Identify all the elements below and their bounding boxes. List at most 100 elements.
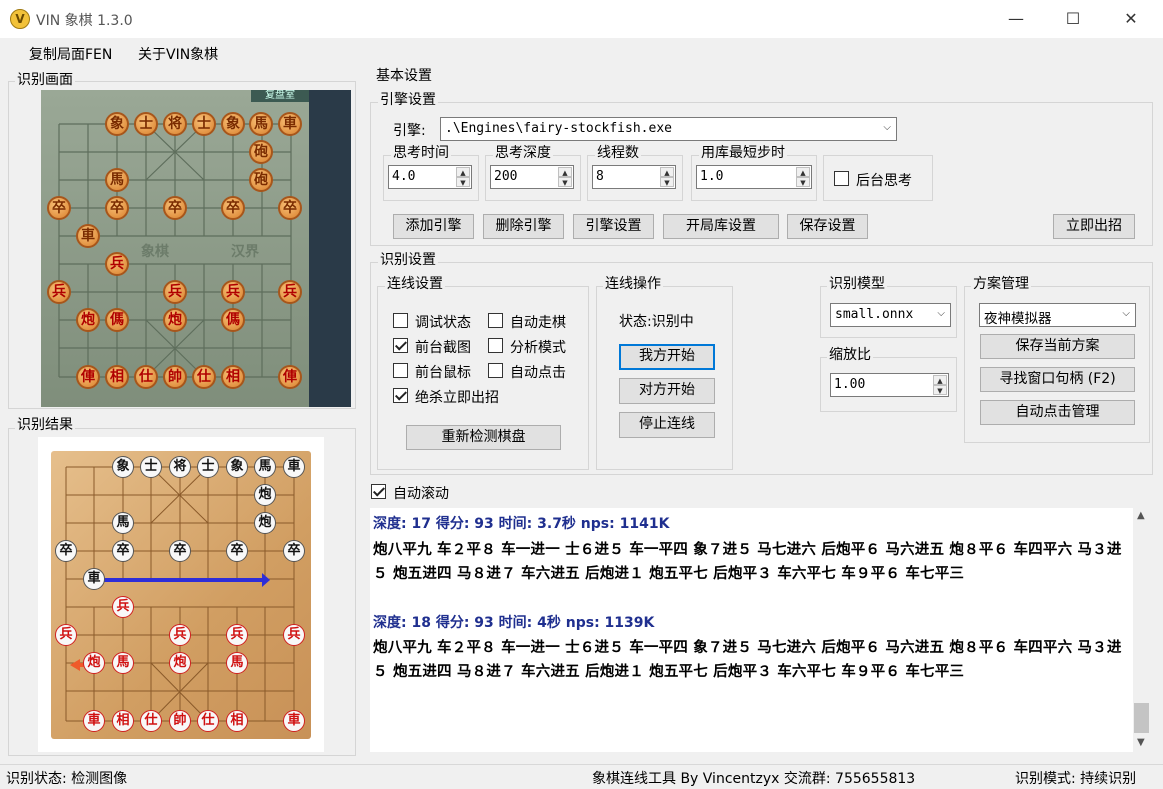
capture-piece: 相 bbox=[105, 365, 129, 389]
spin-up-icon[interactable]: ▲ bbox=[456, 167, 470, 177]
move-now-button[interactable]: 立即出招 bbox=[1053, 214, 1135, 239]
close-icon[interactable]: ✕ bbox=[1108, 0, 1154, 38]
foreground-capture-label: 前台截图 bbox=[415, 340, 471, 356]
auto-click-label: 自动点击 bbox=[510, 365, 566, 381]
chevron-down-icon: ⌵ bbox=[937, 308, 945, 319]
connection-status: 状态:识别中 bbox=[619, 314, 694, 330]
capture-piece: 兵 bbox=[221, 280, 245, 304]
app-credits: 象棋连线工具 By Vincentzyx 交流群: 755655813 bbox=[592, 771, 916, 787]
engine-select[interactable]: .\Engines\fairy-stockfish.exe ⌵ bbox=[440, 117, 897, 141]
recognition-mode: 识别模式: 持续识别 bbox=[1015, 771, 1137, 787]
result-piece: 兵 bbox=[55, 624, 77, 646]
opponent-start-button[interactable]: 对方开始 bbox=[619, 378, 715, 404]
foreground-mouse-checkbox[interactable] bbox=[393, 363, 408, 378]
auto-click-checkbox[interactable] bbox=[488, 363, 503, 378]
log-entry-header: 深度: 18 得分: 93 时间: 4秒 nps: 1139K bbox=[373, 615, 655, 631]
capture-piece: 卒 bbox=[163, 196, 187, 220]
result-piece: 車 bbox=[83, 568, 105, 590]
scheme-label: 方案管理 bbox=[971, 276, 1031, 292]
debug-checkbox[interactable] bbox=[393, 313, 408, 328]
book-min-spinbox[interactable]: 1.0 ▲ ▼ bbox=[696, 165, 812, 189]
spin-up-icon[interactable]: ▲ bbox=[796, 167, 810, 177]
auto-click-manage-button[interactable]: 自动点击管理 bbox=[980, 400, 1135, 425]
my-side-start-button[interactable]: 我方开始 bbox=[619, 344, 715, 370]
spin-arrows[interactable]: ▲ ▼ bbox=[456, 167, 470, 187]
threads-value: 8 bbox=[596, 169, 604, 184]
result-piece: 車 bbox=[83, 710, 105, 732]
capture-piece: 馬 bbox=[105, 168, 129, 192]
debug-label: 调试状态 bbox=[415, 315, 471, 331]
result-piece: 馬 bbox=[112, 652, 134, 674]
bg-think-checkbox[interactable] bbox=[834, 171, 849, 186]
capture-river-right: 汉界 bbox=[231, 244, 259, 260]
model-select[interactable]: small.onnx ⌵ bbox=[830, 303, 951, 327]
result-piece: 将 bbox=[169, 456, 191, 478]
threads-label: 线程数 bbox=[595, 145, 641, 161]
result-piece: 兵 bbox=[283, 624, 305, 646]
result-piece: 炮 bbox=[83, 652, 105, 674]
spin-up-icon[interactable]: ▲ bbox=[558, 167, 572, 177]
threads-spinbox[interactable]: 8 ▲ ▼ bbox=[592, 165, 676, 189]
scheme-select[interactable]: 夜神模拟器 ⌵ bbox=[979, 303, 1136, 327]
spin-down-icon[interactable]: ▼ bbox=[933, 385, 947, 395]
spin-down-icon[interactable]: ▼ bbox=[456, 177, 470, 187]
result-label: 识别结果 bbox=[15, 417, 75, 433]
think-time-spinbox[interactable]: 4.0 ▲ ▼ bbox=[388, 165, 472, 189]
title-bar: V VIN 象棋 1.3.0 — ☐ ✕ bbox=[0, 0, 1163, 38]
spin-down-icon[interactable]: ▼ bbox=[796, 177, 810, 187]
capture-piece: 傌 bbox=[105, 308, 129, 332]
scroll-down-icon[interactable]: ▼ bbox=[1137, 737, 1145, 748]
find-window-handle-button[interactable]: 寻找窗口句柄 (F2) bbox=[980, 367, 1135, 392]
spin-arrows[interactable]: ▲ ▼ bbox=[558, 167, 572, 187]
maximize-icon[interactable]: ☐ bbox=[1050, 0, 1096, 38]
result-piece: 炮 bbox=[254, 484, 276, 506]
capture-piece: 卒 bbox=[47, 196, 71, 220]
log-scrollbar[interactable]: ▲ ▼ bbox=[1133, 508, 1150, 752]
minimize-icon[interactable]: — bbox=[993, 0, 1039, 38]
result-piece: 象 bbox=[226, 456, 248, 478]
result-piece: 象 bbox=[112, 456, 134, 478]
save-scheme-button[interactable]: 保存当前方案 bbox=[980, 334, 1135, 359]
status-bar bbox=[0, 764, 1163, 789]
capture-piece: 兵 bbox=[105, 252, 129, 276]
result-piece: 馬 bbox=[226, 652, 248, 674]
log-entry-header: 深度: 17 得分: 93 时间: 3.7秒 nps: 1141K bbox=[373, 516, 670, 532]
menu-copy-fen[interactable]: 复制局面FEN bbox=[29, 44, 112, 64]
scale-spinbox[interactable]: 1.00 ▲ ▼ bbox=[830, 373, 949, 397]
analysis-log[interactable]: 深度: 17 得分: 93 时间: 3.7秒 nps: 1141K 炮八平九 车… bbox=[370, 508, 1133, 752]
redetect-board-button[interactable]: 重新检测棋盘 bbox=[406, 425, 561, 450]
scroll-up-icon[interactable]: ▲ bbox=[1137, 510, 1145, 521]
save-settings-button[interactable]: 保存设置 bbox=[787, 214, 868, 239]
spin-arrows[interactable]: ▲ ▼ bbox=[933, 375, 947, 395]
stop-connection-button[interactable]: 停止连线 bbox=[619, 412, 715, 438]
auto-move-checkbox[interactable] bbox=[488, 313, 503, 328]
spin-down-icon[interactable]: ▼ bbox=[558, 177, 572, 187]
spin-down-icon[interactable]: ▼ bbox=[660, 177, 674, 187]
spin-up-icon[interactable]: ▲ bbox=[660, 167, 674, 177]
log-entry-line: 炮八平九 车２平８ 车一进一 士６进５ 车一平四 象７进５ 马七进六 后炮平６ … bbox=[373, 640, 1122, 656]
result-piece: 兵 bbox=[226, 624, 248, 646]
menu-about[interactable]: 关于VIN象棋 bbox=[138, 44, 218, 64]
capture-piece: 車 bbox=[278, 112, 302, 136]
mate-move-now-checkbox[interactable] bbox=[393, 388, 408, 403]
engine-settings-button[interactable]: 引擎设置 bbox=[573, 214, 654, 239]
auto-scroll-checkbox[interactable] bbox=[371, 484, 386, 499]
spin-up-icon[interactable]: ▲ bbox=[933, 375, 947, 385]
capture-piece: 士 bbox=[192, 112, 216, 136]
book-min-label: 用库最短步时 bbox=[699, 145, 787, 161]
foreground-capture-checkbox[interactable] bbox=[393, 338, 408, 353]
basic-settings-label: 基本设置 bbox=[374, 68, 434, 84]
add-engine-button[interactable]: 添加引擎 bbox=[393, 214, 474, 239]
spin-arrows[interactable]: ▲ ▼ bbox=[796, 167, 810, 187]
opening-book-settings-button[interactable]: 开局库设置 bbox=[663, 214, 779, 239]
capture-image: 复盘室 象棋 汉界 象 士 将 士 象 馬 車 砲 馬 砲 卒 卒 卒 卒 卒 … bbox=[41, 90, 351, 407]
result-piece: 士 bbox=[140, 456, 162, 478]
result-piece: 士 bbox=[197, 456, 219, 478]
think-depth-spinbox[interactable]: 200 ▲ ▼ bbox=[490, 165, 574, 189]
analysis-mode-checkbox[interactable] bbox=[488, 338, 503, 353]
connection-settings-label: 连线设置 bbox=[385, 276, 445, 292]
scale-value: 1.00 bbox=[834, 377, 866, 392]
scrollbar-thumb[interactable] bbox=[1134, 703, 1149, 733]
spin-arrows[interactable]: ▲ ▼ bbox=[660, 167, 674, 187]
delete-engine-button[interactable]: 删除引擎 bbox=[483, 214, 564, 239]
